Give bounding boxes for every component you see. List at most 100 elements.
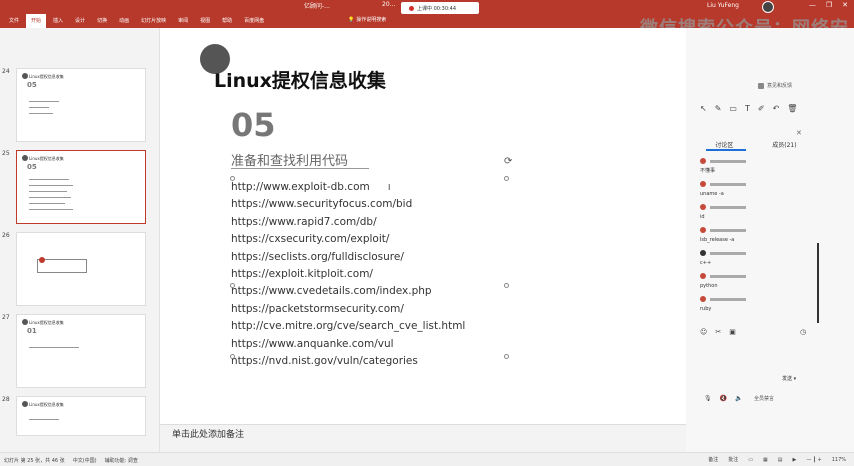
resize-handle[interactable] <box>230 354 235 359</box>
ribbon-tab[interactable]: 切换 <box>92 14 112 28</box>
rotate-handle-icon[interactable]: ⟳ <box>504 156 512 167</box>
avatar <box>700 296 706 302</box>
ribbon-tab[interactable]: 幻灯片放映 <box>136 14 171 28</box>
url-item[interactable]: https://www.cvedetails.com/index.php <box>231 283 465 300</box>
avatar[interactable] <box>762 1 774 13</box>
scissors-icon[interactable]: ✂ <box>715 328 721 336</box>
avatar <box>700 204 706 210</box>
slide-title[interactable]: Linux提权信息收集 <box>214 66 386 93</box>
image-icon[interactable]: ▣ <box>729 328 736 336</box>
thumbnail-number: 27 <box>2 314 10 321</box>
language-status[interactable]: 中文(中国) <box>73 457 97 464</box>
message-text: 不懂事 <box>700 168 716 174</box>
undo-icon[interactable]: ↶ <box>773 104 780 113</box>
thumbnail-line <box>29 209 73 210</box>
url-item[interactable]: https://seclists.org/fulldisclosure/ <box>231 249 465 266</box>
slide-thumbnail-24[interactable]: Linux提权信息收集 05 <box>16 68 146 142</box>
ribbon-tab[interactable]: 插入 <box>48 14 68 28</box>
logo-icon <box>22 73 28 79</box>
tab-discussion[interactable]: 讨论区 <box>715 140 733 149</box>
ribbon-tab[interactable]: 文件 <box>4 14 24 28</box>
url-item[interactable]: https://nvd.nist.gov/vuln/categories <box>231 353 465 370</box>
tab-members[interactable]: 成员(21) <box>772 140 796 149</box>
resize-handle[interactable] <box>504 354 509 359</box>
ribbon-tab[interactable]: 帮助 <box>217 14 237 28</box>
mute-icon[interactable]: 🔇 <box>720 395 727 402</box>
close-icon[interactable]: ✕ <box>796 129 802 137</box>
ribbon-tab[interactable]: 动画 <box>114 14 134 28</box>
sender-name <box>710 251 746 255</box>
normal-view-icon[interactable]: ▭ <box>748 457 753 463</box>
accessibility-status[interactable]: 辅助功能: 调查 <box>105 457 138 464</box>
url-item[interactable]: https://cxsecurity.com/exploit/ <box>231 231 465 248</box>
slide-thumbnail-25[interactable]: Linux提权信息收集 05 <box>16 150 146 224</box>
thumbnail-line <box>29 101 59 102</box>
slide-canvas[interactable]: Linux提权信息收集 05 准备和查找利用代码 http://www.expl… <box>160 28 686 424</box>
url-item[interactable]: https://www.rapid7.com/db/ <box>231 214 465 231</box>
notes-pane[interactable]: 单击此处添加备注 <box>160 424 686 452</box>
send-button[interactable]: 发送 ▾ <box>782 375 796 382</box>
shape-icon[interactable]: ▭ <box>729 104 737 113</box>
highlighter-icon[interactable]: ✐ <box>758 104 765 113</box>
slide-thumbnail-26[interactable] <box>16 232 146 306</box>
slide-thumbnail-panel[interactable]: 24 Linux提权信息收集 05 25 Linux提权信息收集 05 26 2… <box>0 28 160 452</box>
user-name[interactable]: Liu YuFeng <box>707 2 739 9</box>
speaker-icon[interactable]: 🔈 <box>735 395 742 402</box>
url-item[interactable]: https://www.anquanke.com/vul <box>231 336 465 353</box>
pen-icon[interactable]: ✎ <box>715 104 722 113</box>
delete-icon[interactable]: 🗑 <box>787 104 797 113</box>
message-header <box>700 225 800 235</box>
slideshow-icon[interactable]: ▶ <box>792 457 796 463</box>
slide-thumbnail-27[interactable]: Linux提权信息收集 01 <box>16 314 146 388</box>
feedback-button[interactable]: 意见和反馈 <box>758 82 792 89</box>
comments-button[interactable]: 批注 <box>728 456 738 463</box>
close-button[interactable]: ✕ <box>842 1 848 9</box>
notes-button[interactable]: 备注 <box>708 456 718 463</box>
chat-list: 不懂事 uname -a id lsb_release -a c++ python ruby <box>700 156 800 317</box>
chat-scrollbar[interactable] <box>817 243 819 323</box>
emoji-icon[interactable]: ☺ <box>700 328 707 336</box>
record-icon <box>409 5 414 11</box>
thumbnail-marker <box>39 257 45 263</box>
resize-handle[interactable] <box>504 176 509 181</box>
url-item[interactable]: https://packetstormsecurity.com/ <box>231 301 465 318</box>
resize-handle[interactable] <box>230 176 235 181</box>
ribbon-tab[interactable]: 开始 <box>26 14 47 28</box>
message-header <box>700 156 800 166</box>
sender-name <box>710 228 746 232</box>
history-icon[interactable]: ◷ <box>800 328 806 336</box>
resize-handle[interactable] <box>504 283 509 288</box>
url-item[interactable]: http://www.exploit-db.com <box>231 179 465 196</box>
notes-placeholder[interactable]: 单击此处添加备注 <box>172 427 244 440</box>
zoom-slider[interactable]: — ┃ + <box>806 457 821 463</box>
avatar <box>700 250 706 256</box>
url-list[interactable]: http://www.exploit-db.com https://www.sec… <box>231 179 465 370</box>
search-box[interactable]: 💡 操作说明搜索 <box>348 16 386 24</box>
pointer-icon[interactable]: ↖ <box>700 104 707 113</box>
sorter-view-icon[interactable]: ▦ <box>763 457 768 463</box>
thumbnail-line <box>29 419 59 420</box>
mute-all-label[interactable]: 全员禁言 <box>754 395 774 402</box>
ribbon-tab[interactable]: 视图 <box>195 14 215 28</box>
url-item[interactable]: https://exploit.kitploit.com/ <box>231 266 465 283</box>
section-title[interactable]: 准备和查找利用代码 <box>231 150 348 169</box>
thumbnail-title: Linux提权信息收集 <box>29 402 64 407</box>
sender-name <box>710 297 746 301</box>
maximize-button[interactable]: ❐ <box>826 1 832 9</box>
url-item[interactable]: http://cve.mitre.org/cve/search_cve_list… <box>231 318 465 335</box>
ribbon-tab[interactable]: 设计 <box>70 14 90 28</box>
message-text: lsb_release -a <box>700 237 735 243</box>
zoom-level[interactable]: 117% <box>832 457 846 463</box>
thumbnail-section-number: 05 <box>27 81 37 89</box>
ribbon-tab[interactable]: 审阅 <box>173 14 193 28</box>
resize-handle[interactable] <box>230 283 235 288</box>
ribbon-tab[interactable]: 百度网盘 <box>239 14 269 28</box>
minimize-button[interactable]: — <box>809 1 816 9</box>
reading-view-icon[interactable]: ▤ <box>778 457 783 463</box>
url-item[interactable]: https://www.securityfocus.com/bid <box>231 196 465 213</box>
mic-icon[interactable]: 🎙 <box>704 395 712 402</box>
slide-thumbnail-28[interactable]: Linux提权信息收集 <box>16 396 146 436</box>
recording-indicator[interactable]: 上课中 00:30:44 <box>401 2 479 14</box>
section-number[interactable]: 05 <box>231 106 276 144</box>
text-icon[interactable]: T <box>745 104 750 113</box>
